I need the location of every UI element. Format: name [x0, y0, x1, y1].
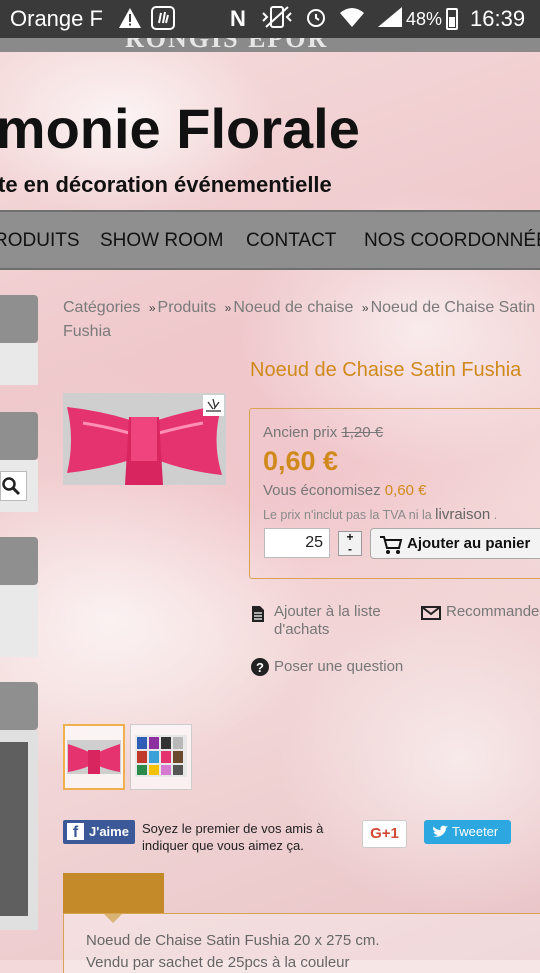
breadcrumb-separator: »	[148, 301, 156, 315]
quantity-decrement[interactable]: -	[339, 543, 361, 555]
description-line-2: Vendu par sachet de 25pcs à la couleur	[86, 954, 350, 971]
breadcrumb-item[interactable]: Catégories	[63, 299, 140, 316]
nav-item-coordonnees[interactable]: NOS COORDONNÉE	[364, 230, 540, 252]
question-icon: ?	[251, 658, 269, 676]
sidebar-module-body	[0, 730, 38, 930]
signal-icon	[378, 7, 402, 27]
main-nav: RODUITS SHOW ROOM CONTACT NOS COORDONNÉE	[0, 210, 540, 270]
add-to-cart-button[interactable]: Ajouter au panier	[370, 528, 540, 559]
description-line-1: Noeud de Chaise Satin Fushia 20 x 275 cm…	[86, 932, 380, 949]
facebook-like-label: J'aime	[89, 824, 129, 839]
savings-label: Vous économisez	[263, 482, 381, 499]
sidebar-module-header	[0, 537, 38, 585]
alarm-icon	[307, 9, 325, 27]
vibrate-icon	[262, 6, 292, 28]
twitter-icon	[433, 825, 448, 837]
carrier-name: Orange F	[10, 6, 103, 31]
old-price-label: Ancien prix	[263, 424, 338, 441]
breadcrumb-item[interactable]: Produits	[158, 299, 217, 316]
nav-item-produits[interactable]: RODUITS	[0, 230, 80, 252]
nav-item-contact[interactable]: CONTACT	[246, 230, 336, 252]
breadcrumb-separator: »	[224, 301, 232, 315]
tax-note-prefix: Le prix n'inclut pas la TVA ni la	[263, 508, 432, 522]
banner-strip: RONGIS EPOR	[0, 38, 540, 52]
bow-thumbnail	[67, 740, 121, 774]
sidebar-module-header	[0, 295, 38, 343]
warning-icon	[119, 8, 141, 28]
clock: 16:39	[470, 6, 526, 31]
product-main-image[interactable]	[63, 393, 226, 485]
battery-percent: 48%	[406, 9, 443, 29]
svg-text:N: N	[230, 6, 246, 29]
recommend-label: Recommande	[446, 603, 540, 620]
quantity-input[interactable]: 25	[264, 528, 330, 558]
color-samples-thumbnail	[135, 735, 187, 777]
site-title[interactable]: rmonie Florale	[0, 96, 360, 161]
product-thumbnail-2[interactable]	[130, 724, 192, 790]
svg-text:?: ?	[256, 660, 264, 675]
facebook-like-text: Soyez le premier de vos amis à indiquer …	[142, 821, 324, 853]
tweet-label: Tweeter	[452, 824, 499, 839]
ok-gesture-icon	[151, 6, 175, 30]
search-icon	[2, 477, 21, 496]
sidebar-module-body	[0, 343, 38, 385]
sidebar-module-header	[0, 682, 38, 730]
tax-note-suffix: .	[493, 508, 498, 522]
battery-icon	[446, 8, 458, 30]
product-title: Noeud de Chaise Satin Fushia	[250, 359, 522, 381]
tax-note: Le prix n'inclut pas la TVA ni la livrai…	[263, 506, 497, 523]
shipping-link[interactable]: livraison	[435, 506, 490, 523]
savings-amount: 0,60 €	[384, 482, 427, 499]
product-thumbnail-1[interactable]	[63, 724, 125, 790]
breadcrumb: Catégories » Produits » Noeud de chaise » N…	[63, 296, 540, 343]
sidebar-image	[0, 742, 28, 916]
bow-image	[63, 393, 226, 485]
banner-strip-text: RONGIS EPOR	[125, 38, 328, 52]
wishlist-label: Ajouter à la liste d'achats	[274, 603, 381, 638]
quantity-stepper[interactable]: + -	[338, 531, 362, 556]
breadcrumb-item[interactable]: Noeud de chaise	[233, 299, 353, 316]
nfc-icon: N	[230, 6, 246, 29]
ask-question-label: Poser une question	[274, 658, 404, 675]
site-tagline: te en décoration événementielle	[0, 172, 332, 197]
breadcrumb-separator: »	[361, 301, 369, 315]
envelope-icon	[421, 606, 441, 620]
current-price: 0,60 €	[263, 446, 339, 476]
savings-row: Vous économisez 0,60 €	[263, 482, 426, 499]
description-tab[interactable]	[63, 873, 164, 923]
wifi-icon	[340, 8, 364, 27]
old-price: 1,20 €	[341, 424, 384, 441]
sidebar-module-body	[0, 585, 38, 657]
facebook-icon: f	[67, 823, 84, 841]
status-bar: Orange F N 48% 16:39	[0, 0, 540, 38]
tweet-button[interactable]: Tweeter	[424, 820, 511, 844]
google-plus-button[interactable]: G+1	[362, 820, 407, 848]
search-button[interactable]	[0, 471, 27, 501]
sidebar-search-header	[0, 412, 38, 460]
facebook-like-button[interactable]: f J'aime	[63, 820, 135, 844]
nav-item-show-room[interactable]: SHOW ROOM	[100, 230, 224, 252]
old-price-row: Ancien prix 1,20 €	[263, 424, 383, 441]
add-to-cart-label: Ajouter au panier	[407, 535, 531, 552]
document-icon	[252, 606, 264, 622]
cart-icon	[380, 536, 403, 554]
